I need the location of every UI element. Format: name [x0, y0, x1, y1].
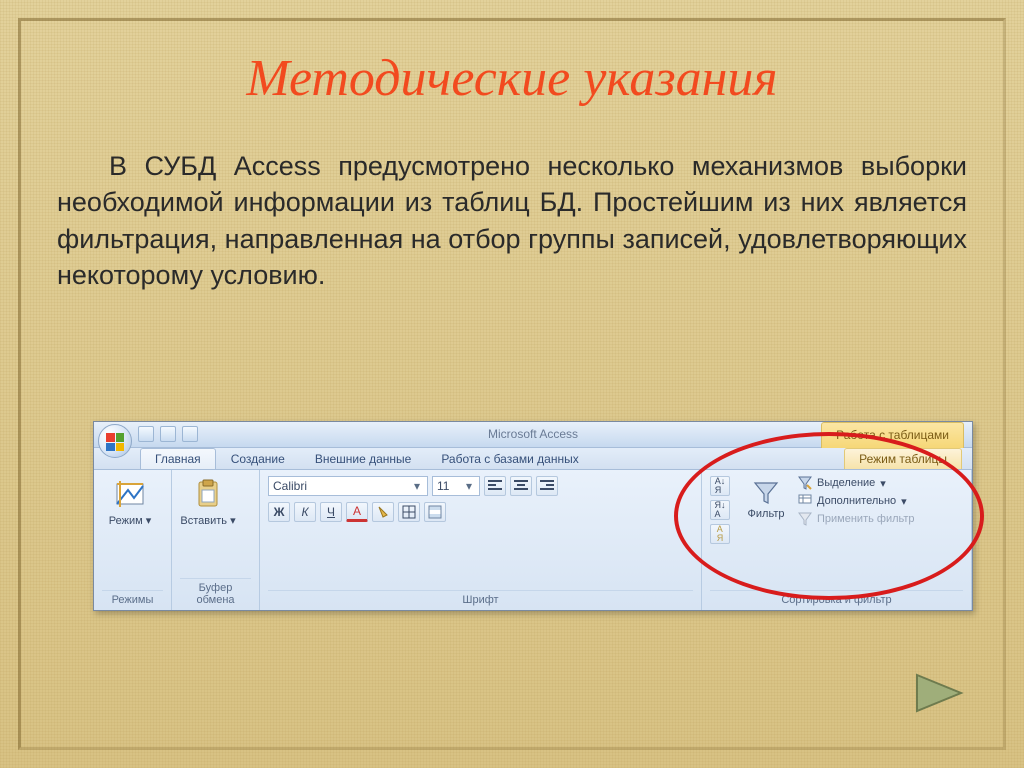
funnel-icon: [753, 480, 779, 506]
align-right-button[interactable]: [536, 476, 558, 496]
font-size-combo[interactable]: 11 ▾: [432, 476, 480, 496]
font-name-combo[interactable]: Calibri ▾: [268, 476, 428, 496]
align-center-button[interactable]: [510, 476, 532, 496]
view-button-label: Режим: [109, 515, 143, 527]
gridlines-button[interactable]: [398, 502, 420, 522]
font-color-button[interactable]: A: [346, 502, 368, 522]
group-font-label: Шрифт: [268, 590, 693, 608]
selection-icon: [798, 476, 812, 490]
tab-home[interactable]: Главная: [140, 448, 216, 469]
slide-frame: Методические указания В СУБД Access пред…: [18, 18, 1006, 750]
align-left-button[interactable]: [484, 476, 506, 496]
chevron-down-icon: ▾: [411, 479, 423, 493]
access-ribbon-screenshot: Microsoft Access Работа с таблицами Глав…: [93, 421, 973, 611]
tab-database-tools[interactable]: Работа с базами данных: [426, 448, 593, 469]
align-left-icon: [488, 480, 502, 492]
font-name-value: Calibri: [273, 479, 307, 493]
group-clipboard-label: Буфер обмена: [180, 578, 251, 608]
apply-filter-label: Применить фильтр: [817, 513, 915, 525]
sort-asc-button[interactable]: А↓Я: [710, 476, 730, 496]
sort-asc-icon: А↓Я: [715, 477, 726, 495]
italic-button[interactable]: К: [294, 502, 316, 522]
group-views-label: Режимы: [102, 590, 163, 608]
group-views: Режим ▾ Режимы: [94, 470, 172, 610]
slide-body-text: В СУБД Access предусмотрено несколько ме…: [21, 108, 1003, 294]
sort-desc-icon: Я↓А: [715, 501, 726, 519]
fill-color-button[interactable]: [372, 502, 394, 522]
paste-icon: [192, 478, 224, 510]
chevron-down-icon: ▾: [463, 479, 475, 493]
group-sort-filter: А↓Я Я↓А АЯ Фильтр Выделение ▾: [702, 470, 972, 610]
bold-button[interactable]: Ж: [268, 502, 290, 522]
advanced-filter-label: Дополнительно: [817, 495, 896, 507]
chevron-down-icon: ▾: [146, 515, 152, 527]
align-center-icon: [514, 480, 528, 492]
clear-sort-icon: АЯ: [717, 525, 724, 543]
group-sort-filter-label: Сортировка и фильтр: [710, 590, 963, 608]
gridlines-icon: [402, 505, 416, 519]
contextual-tab-title: Работа с таблицами: [821, 422, 964, 448]
titlebar: Microsoft Access Работа с таблицами: [94, 422, 972, 448]
next-slide-button[interactable]: [911, 669, 967, 717]
selection-filter-option[interactable]: Выделение ▾: [798, 476, 915, 490]
apply-filter-option[interactable]: Применить фильтр: [798, 512, 915, 526]
advanced-filter-option[interactable]: Дополнительно ▾: [798, 494, 915, 508]
office-button[interactable]: [98, 424, 132, 458]
office-logo-icon: [106, 433, 124, 451]
font-size-value: 11: [437, 479, 449, 493]
fill-color-icon: [376, 505, 390, 519]
view-button[interactable]: Режим ▾: [102, 476, 158, 527]
chevron-down-icon: ▾: [230, 515, 236, 527]
alt-row-color-button[interactable]: [424, 502, 446, 522]
underline-button[interactable]: Ч: [320, 502, 342, 522]
tab-create[interactable]: Создание: [216, 448, 300, 469]
clear-sort-button[interactable]: АЯ: [710, 524, 730, 544]
filter-button-label: Фильтр: [740, 508, 792, 520]
paste-button[interactable]: Вставить ▾: [180, 476, 236, 527]
sort-desc-button[interactable]: Я↓А: [710, 500, 730, 520]
chevron-down-icon: ▾: [901, 495, 907, 508]
ribbon-groups: Режим ▾ Режимы Вставить ▾ Буфер обмена: [94, 470, 972, 610]
group-clipboard: Вставить ▾ Буфер обмена: [172, 470, 260, 610]
next-arrow-icon: [911, 669, 967, 717]
view-icon: [114, 478, 146, 510]
slide-title: Методические указания: [21, 21, 1003, 108]
advanced-icon: [798, 494, 812, 508]
selection-filter-label: Выделение: [817, 477, 875, 489]
filter-button[interactable]: Фильтр: [740, 476, 792, 544]
apply-filter-icon: [798, 512, 812, 526]
alt-row-color-icon: [428, 505, 442, 519]
ribbon-tabs: Главная Создание Внешние данные Работа с…: [94, 448, 972, 470]
paste-button-label: Вставить: [180, 515, 227, 527]
align-right-icon: [540, 480, 554, 492]
chevron-down-icon: ▾: [880, 477, 886, 490]
tab-table-mode[interactable]: Режим таблицы: [844, 448, 962, 469]
tab-external-data[interactable]: Внешние данные: [300, 448, 427, 469]
group-font: Calibri ▾ 11 ▾ Ж К Ч A: [260, 470, 702, 610]
